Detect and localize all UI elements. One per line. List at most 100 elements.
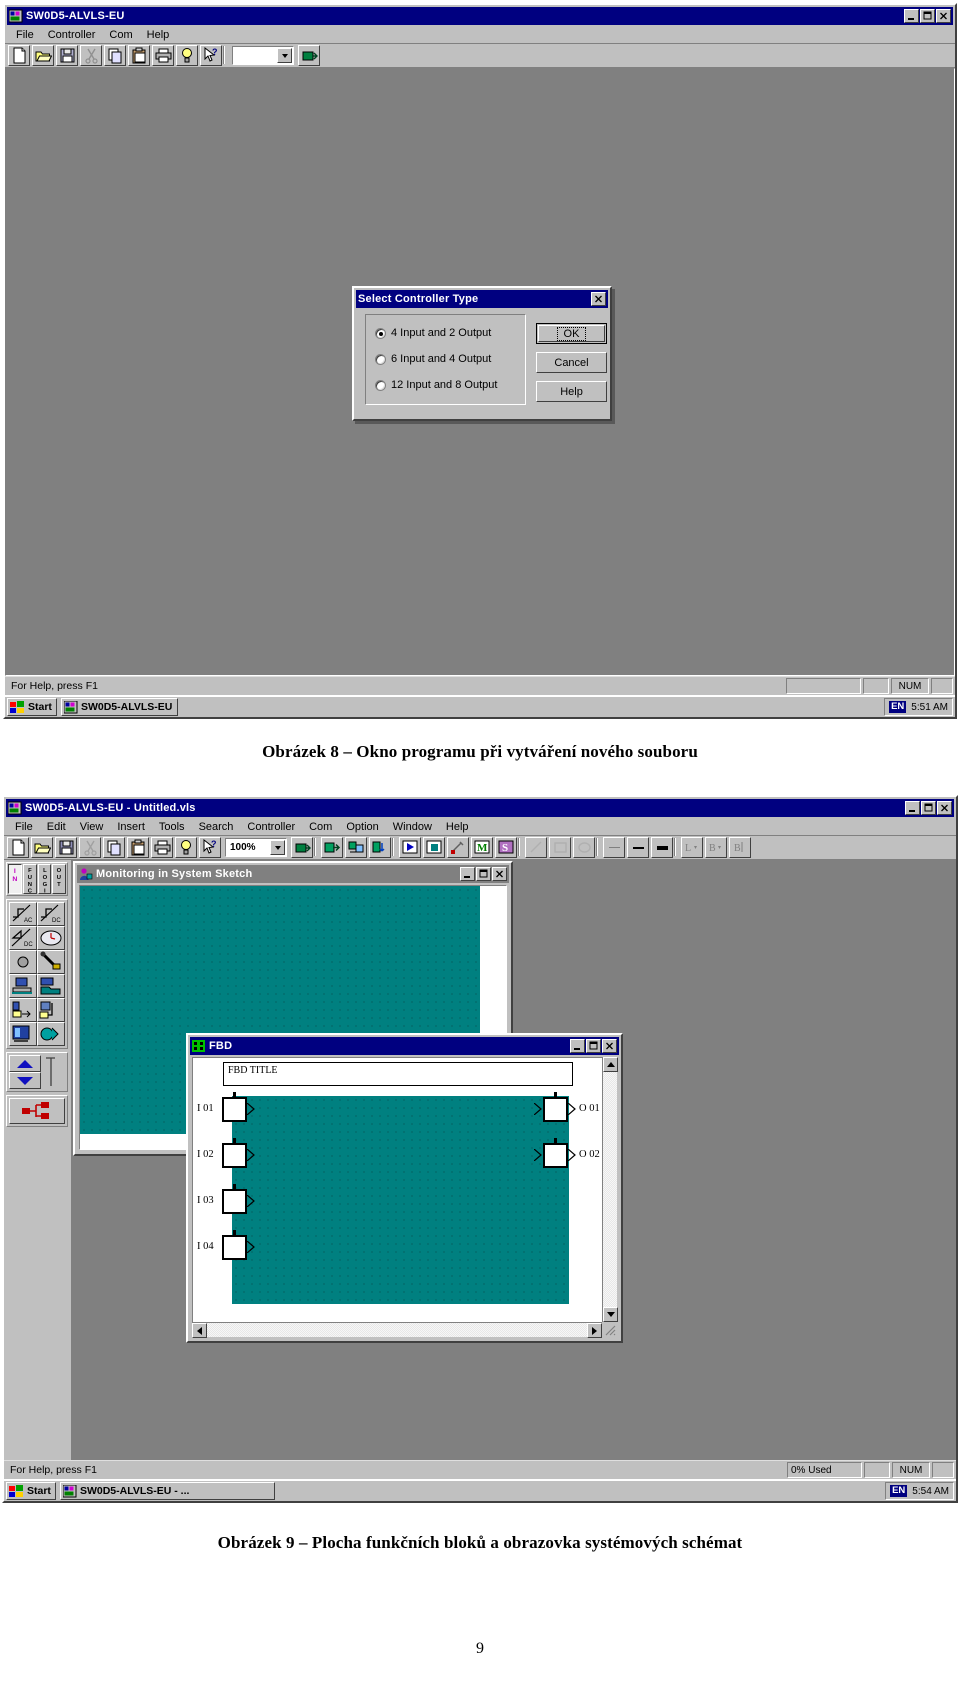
side-toolbox[interactable]: IN FUNC LOGI OUT AC DC DC (4, 860, 72, 1460)
radio-row-12in8out[interactable]: 12 Input and 8 Output (375, 379, 497, 391)
print-icon[interactable] (152, 45, 174, 66)
clock-icon[interactable] (37, 926, 65, 950)
taskbar-2[interactable]: Start SW0D5-ALVLS-EU - ... EN 5:54 AM (4, 1479, 956, 1501)
rectangle-icon[interactable] (549, 837, 571, 858)
menu-search-2[interactable]: Search (192, 820, 241, 834)
menu-help-2[interactable]: Help (439, 820, 476, 834)
transfer-icon[interactable] (291, 837, 313, 858)
open-icon[interactable] (31, 837, 53, 858)
fbd-title-field[interactable]: FBD TITLE (223, 1062, 573, 1086)
menu-tools-2[interactable]: Tools (152, 820, 192, 834)
save-icon[interactable] (55, 837, 77, 858)
menu-option-2[interactable]: Option (339, 820, 385, 834)
input-dc-icon[interactable]: DC (37, 902, 65, 926)
dialog-close-icon[interactable] (591, 292, 606, 306)
transfer-icon[interactable] (298, 45, 320, 66)
taskbar-item-app-1[interactable]: SW0D5-ALVLS-EU (60, 698, 179, 716)
help-pointer-icon[interactable]: ? (200, 45, 222, 66)
minimize-button-1[interactable] (904, 9, 919, 23)
toolbox-tab-out[interactable]: OUT (52, 864, 66, 894)
toolbox-tabs[interactable]: IN FUNC LOGI OUT (6, 862, 68, 896)
menu-file-1[interactable]: File (9, 28, 41, 42)
toolbox-tab-in[interactable]: IN (8, 864, 22, 894)
input-ac-icon[interactable]: AC (9, 902, 37, 926)
thick-line-icon[interactable] (651, 837, 673, 858)
radio-row-6in4out[interactable]: 6 Input and 4 Output (375, 353, 491, 365)
toolbox-navigation[interactable] (6, 1052, 68, 1092)
key-switch-icon[interactable] (37, 950, 65, 974)
radio-6in4out[interactable] (375, 353, 386, 365)
help-pointer-icon[interactable]: ? (199, 837, 221, 858)
toolbar-1[interactable]: ? (5, 44, 955, 68)
start-button-1[interactable]: Start (7, 698, 57, 716)
read-from-controller-icon[interactable] (369, 837, 391, 858)
system-sketch-icon[interactable] (9, 1098, 65, 1124)
font-style-icon[interactable]: B (729, 837, 751, 858)
ok-button[interactable]: OK (536, 323, 607, 344)
new-icon[interactable] (7, 837, 29, 858)
radio-4in2out[interactable] (375, 327, 386, 339)
monitor-m-icon[interactable]: M (471, 837, 493, 858)
write-to-controller-icon[interactable] (321, 837, 343, 858)
save-icon[interactable] (56, 45, 78, 66)
fbd-output-block-1[interactable] (543, 1097, 568, 1122)
line-style-icon[interactable]: L (681, 837, 703, 858)
run-icon[interactable] (399, 837, 421, 858)
ellipse-icon[interactable] (573, 837, 595, 858)
menu-file-2[interactable]: File (8, 820, 40, 834)
maximize-button-1[interactable] (920, 9, 935, 23)
fbd-input-block-2[interactable] (222, 1143, 247, 1168)
menu-com-1[interactable]: Com (102, 28, 139, 42)
stop-icon[interactable] (423, 837, 445, 858)
fbd-resize-grip[interactable] (602, 1322, 617, 1337)
menu-insert-2[interactable]: Insert (110, 820, 152, 834)
fbd-input-block-1[interactable] (222, 1097, 247, 1122)
toolbar-2[interactable]: ? 100% M S L B B (4, 836, 956, 860)
cut-icon[interactable] (80, 45, 102, 66)
sketch-titlebar[interactable]: Monitoring in System Sketch (77, 865, 509, 883)
menu-controller-1[interactable]: Controller (41, 28, 103, 42)
menu-controller-2[interactable]: Controller (240, 820, 302, 834)
radio-row-4in2out[interactable]: 4 Input and 2 Output (375, 327, 491, 339)
print-icon[interactable] (151, 837, 173, 858)
sketch-close-button[interactable] (492, 867, 507, 881)
dialog-out-icon[interactable] (9, 998, 37, 1022)
controller-pc-icon[interactable] (9, 974, 37, 998)
paste-icon[interactable] (127, 837, 149, 858)
taskbar-1[interactable]: Start SW0D5-ALVLS-EU EN 5:51 AM (5, 695, 955, 717)
tool-icon[interactable] (447, 837, 469, 858)
monitor-s-icon[interactable]: S (495, 837, 517, 858)
language-indicator-2[interactable]: EN (890, 1485, 908, 1497)
close-button-1[interactable] (936, 9, 951, 23)
branch-icon[interactable] (37, 998, 65, 1022)
fbd-vertical-scrollbar[interactable] (602, 1057, 618, 1322)
menubar-2[interactable]: File Edit View Insert Tools Search Contr… (4, 819, 956, 836)
chevron-down-icon[interactable] (277, 48, 292, 63)
menubar-1[interactable]: File Controller Com Help (5, 27, 955, 44)
paste-icon[interactable] (128, 45, 150, 66)
fbd-scroll-left-button[interactable] (192, 1323, 207, 1338)
titlebar-main-1[interactable]: SW0D5-ALVLS-EU (7, 7, 953, 25)
fbd-canvas[interactable] (232, 1096, 569, 1304)
menu-com-2[interactable]: Com (302, 820, 339, 834)
fbd-scroll-right-button[interactable] (587, 1323, 602, 1338)
border-style-icon[interactable]: B (705, 837, 727, 858)
relay-icon[interactable] (37, 1022, 65, 1046)
thin-line-icon[interactable] (603, 837, 625, 858)
about-icon[interactable] (176, 45, 198, 66)
cancel-button[interactable]: Cancel (536, 352, 607, 373)
folder-tool-icon[interactable] (37, 974, 65, 998)
fbd-output-block-2[interactable] (543, 1143, 568, 1168)
sketch-minimize-button[interactable] (460, 867, 475, 881)
help-button[interactable]: Help (536, 381, 607, 402)
scroll-up-icon[interactable] (9, 1055, 41, 1072)
copy-icon[interactable] (103, 837, 125, 858)
fbd-scroll-up-button[interactable] (603, 1057, 618, 1072)
copy-icon[interactable] (104, 45, 126, 66)
dialog-titlebar[interactable]: Select Controller Type (356, 290, 608, 308)
new-icon[interactable] (8, 45, 30, 66)
maximize-button-2[interactable] (921, 801, 936, 815)
sketch-maximize-button[interactable] (476, 867, 491, 881)
about-icon[interactable] (175, 837, 197, 858)
chevron-down-icon[interactable] (270, 840, 285, 855)
